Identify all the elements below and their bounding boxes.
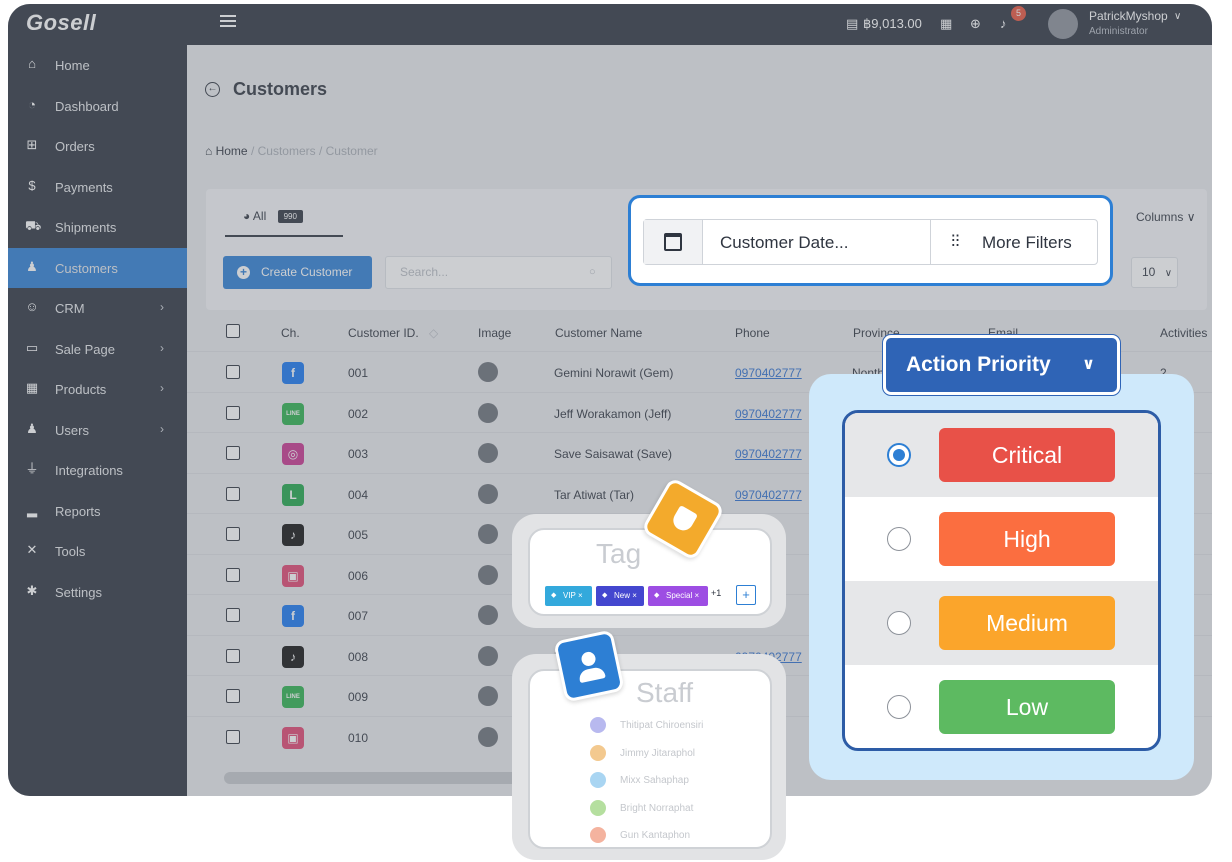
customer-date-input[interactable]: Customer Date...: [720, 233, 849, 253]
staff-name: Gun Kantaphon: [620, 830, 691, 841]
staff-avatar: [590, 827, 606, 843]
date-picker-button[interactable]: [644, 220, 703, 264]
user-icon: [553, 629, 625, 703]
tag-more-count[interactable]: +1: [711, 588, 721, 598]
priority-option-high[interactable]: High: [845, 497, 1158, 581]
close-icon[interactable]: ×: [578, 591, 583, 600]
calendar-icon: [664, 233, 682, 251]
priority-radio[interactable]: [887, 611, 911, 635]
priority-option-critical[interactable]: Critical: [845, 413, 1158, 497]
staff-avatar: [590, 772, 606, 788]
staff-name: Jimmy Jitaraphol: [620, 747, 696, 759]
staff-card: Staff Thitipat Chiroensiri Jimmy Jitaraph…: [512, 654, 786, 860]
priority-radio[interactable]: [887, 527, 911, 551]
staff-avatar: [590, 744, 606, 761]
staff-name: Thitipat Chiroensiri: [620, 720, 704, 731]
tag-chip[interactable]: Special ×: [648, 586, 708, 606]
filter-callout: Customer Date... ⫶⫶ More Filters: [628, 195, 1113, 286]
tag-chip-label: Special: [666, 591, 693, 600]
priority-radio[interactable]: [887, 695, 911, 719]
priority-pill[interactable]: Low: [939, 680, 1115, 734]
tag-title: Tag: [596, 538, 642, 569]
sliders-icon[interactable]: ⫶⫶: [951, 232, 960, 252]
tag-chip-label: New: [614, 591, 631, 600]
priority-pill[interactable]: Critical: [939, 428, 1115, 482]
priority-radio[interactable]: [887, 443, 911, 467]
priority-option-medium[interactable]: Medium: [845, 581, 1158, 665]
staff-name: Mixx Sahaphap: [620, 775, 689, 786]
filter-bar: Customer Date... ⫶⫶ More Filters: [643, 219, 1098, 265]
priority-option-low[interactable]: Low: [845, 665, 1158, 748]
staff-name: Bright Norraphat: [620, 802, 694, 814]
close-icon[interactable]: ×: [694, 591, 699, 600]
tag-chip-label: VIP: [563, 591, 576, 600]
priority-pill[interactable]: High: [939, 512, 1115, 566]
divider: [930, 220, 931, 264]
chevron-down-icon: ∨: [1082, 356, 1095, 373]
priority-options-card: Critical High Medium Low: [842, 410, 1161, 751]
add-tag-button[interactable]: +: [736, 585, 756, 605]
priority-pill[interactable]: Medium: [939, 596, 1115, 650]
tag-panel: Tag VIP ×New ×Special × +1 +: [528, 528, 772, 616]
action-priority-label: Action Priority: [906, 353, 1051, 376]
tag-chip[interactable]: VIP ×: [545, 586, 592, 606]
close-icon[interactable]: ×: [632, 591, 637, 600]
action-priority-dropdown[interactable]: Action Priority ∨: [883, 335, 1120, 395]
tag-chip[interactable]: New ×: [596, 586, 644, 606]
staff-avatar: [590, 799, 606, 816]
more-filters-button[interactable]: More Filters: [982, 233, 1072, 253]
staff-avatar: [590, 717, 606, 733]
staff-title: Staff: [636, 677, 694, 708]
